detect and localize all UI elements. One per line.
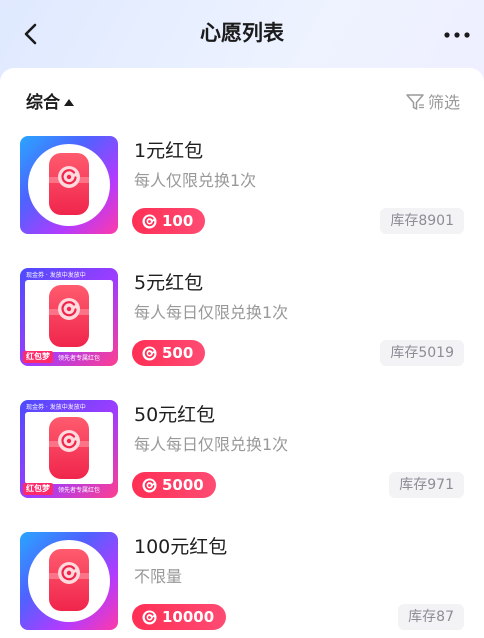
item-desc: 每人仅限兑换1次 (134, 171, 257, 190)
stock-badge: 库存5019 (380, 340, 464, 366)
red-envelope-thumbnail (20, 136, 118, 234)
coin-icon (142, 214, 157, 229)
coin-icon (142, 478, 157, 493)
red-envelope-icon (49, 549, 89, 611)
filter-label: 筛选 (427, 93, 460, 112)
thumbnail-note: 领先者专属红包 (58, 487, 101, 494)
red-envelope-icon (49, 285, 89, 347)
price-value: 100 (162, 212, 194, 230)
item-name: 50元红包 (134, 404, 216, 426)
sort-label: 综合 (26, 93, 60, 113)
red-envelope-thumbnail (20, 532, 118, 630)
price-value: 500 (162, 344, 194, 362)
thumbnail-topline: 现金券 · 发放中发放中 (26, 404, 86, 411)
thumbnail-topline: 现金券 · 发放中发放中 (26, 272, 86, 279)
red-envelope-thumbnail: 现金券 · 发放中发放中 红包梦 领先者专属红包 (20, 268, 118, 366)
triangle-up-icon (64, 99, 74, 106)
stock-badge: 库存87 (398, 604, 464, 630)
price-button[interactable]: 5000 (132, 472, 216, 498)
price-value: 10000 (162, 608, 215, 626)
item-name: 5元红包 (134, 272, 204, 294)
header: 心愿列表 (0, 0, 484, 68)
red-envelope-thumbnail: 现金券 · 发放中发放中 红包梦 领先者专属红包 (20, 400, 118, 498)
item-desc: 每人每日仅限兑换1次 (134, 435, 289, 454)
price-button[interactable]: 100 (132, 208, 206, 234)
list-item[interactable]: 100元红包 不限量 10000 库存87 (0, 532, 484, 636)
coin-icon (142, 346, 157, 361)
stock-badge: 库存971 (389, 472, 464, 498)
item-desc: 不限量 (134, 567, 183, 586)
thumbnail-note: 领先者专属红包 (58, 355, 101, 362)
item-name: 1元红包 (134, 140, 204, 162)
red-envelope-icon (49, 153, 89, 215)
item-name: 100元红包 (134, 536, 228, 558)
filter-icon (406, 94, 424, 110)
thumbnail-tag: 红包梦 (23, 351, 53, 363)
list-item[interactable]: 1元红包 每人仅限兑换1次 100 库存8901 (0, 136, 484, 240)
coin-icon (142, 610, 157, 625)
page-title: 心愿列表 (200, 21, 284, 45)
item-desc: 每人每日仅限兑换1次 (134, 303, 289, 322)
list-item[interactable]: 现金券 · 发放中发放中 红包梦 领先者专属红包 5元红包 每人每日仅限兑换1次… (0, 268, 484, 372)
price-value: 5000 (162, 476, 204, 494)
red-envelope-icon (49, 417, 89, 479)
wish-list-panel: 综合 筛选 1元红包 每人仅限兑换1次 100 库存8901 现金券 · 发放中… (0, 68, 484, 638)
more-icon (444, 32, 470, 38)
thumbnail-tag: 红包梦 (23, 483, 53, 495)
sort-dropdown[interactable]: 综合 (26, 92, 74, 114)
filter-button[interactable]: 筛选 (405, 92, 460, 114)
price-button[interactable]: 500 (132, 340, 206, 366)
price-button[interactable]: 10000 (132, 604, 227, 630)
more-button[interactable] (440, 22, 474, 46)
stock-badge: 库存8901 (380, 208, 464, 234)
list-item[interactable]: 现金券 · 发放中发放中 红包梦 领先者专属红包 50元红包 每人每日仅限兑换1… (0, 400, 484, 504)
